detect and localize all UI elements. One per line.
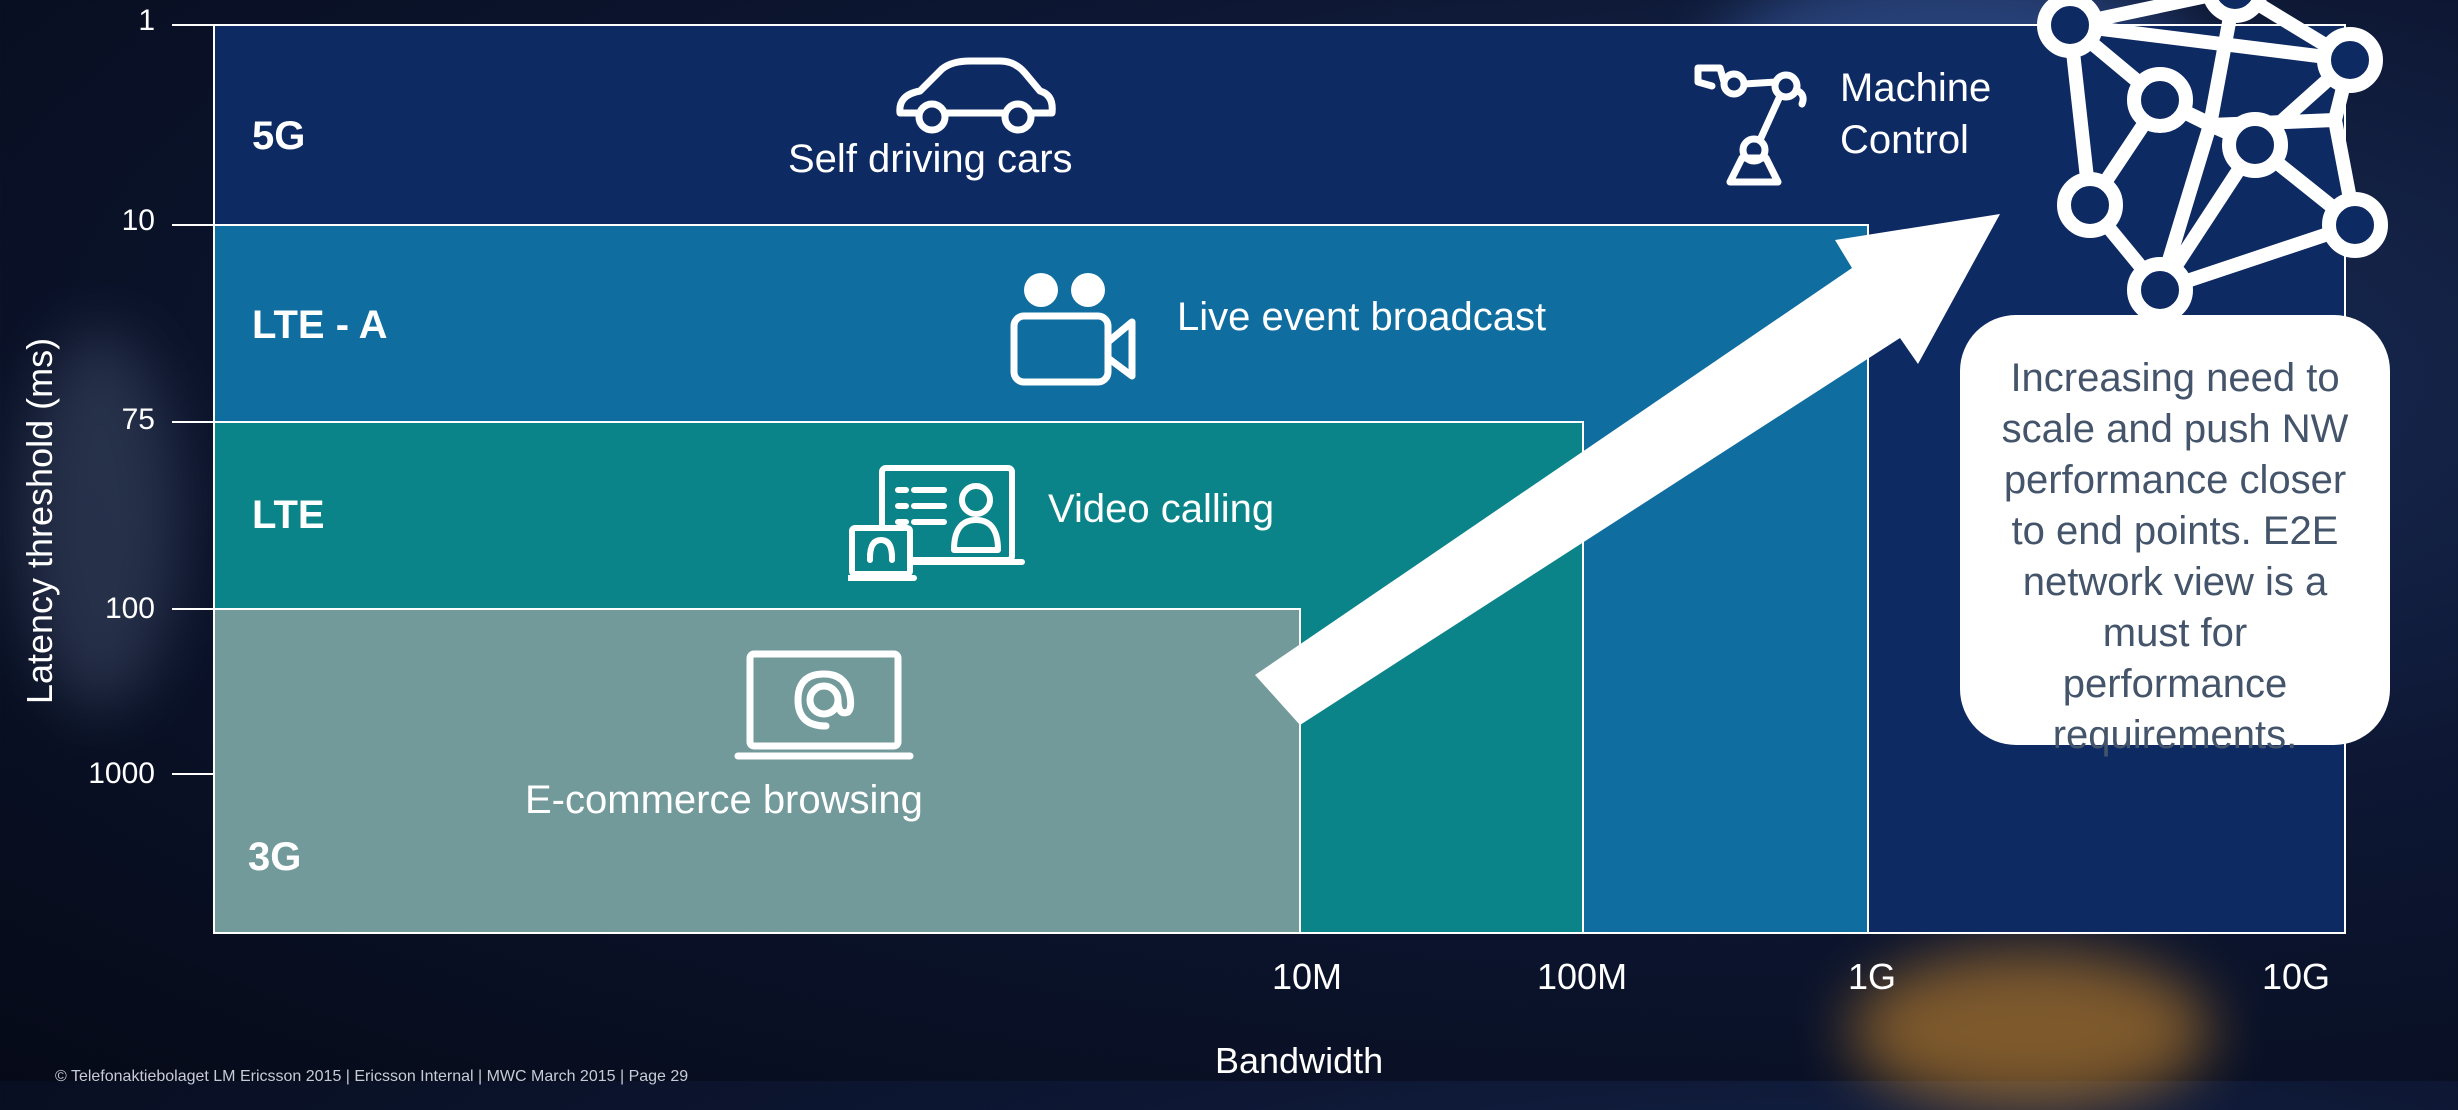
- footer: © Telefonaktiebolaget LM Ericsson 2015 |…: [55, 1068, 689, 1085]
- callout-box: Increasing need to scale and push NW per…: [1960, 315, 2390, 757]
